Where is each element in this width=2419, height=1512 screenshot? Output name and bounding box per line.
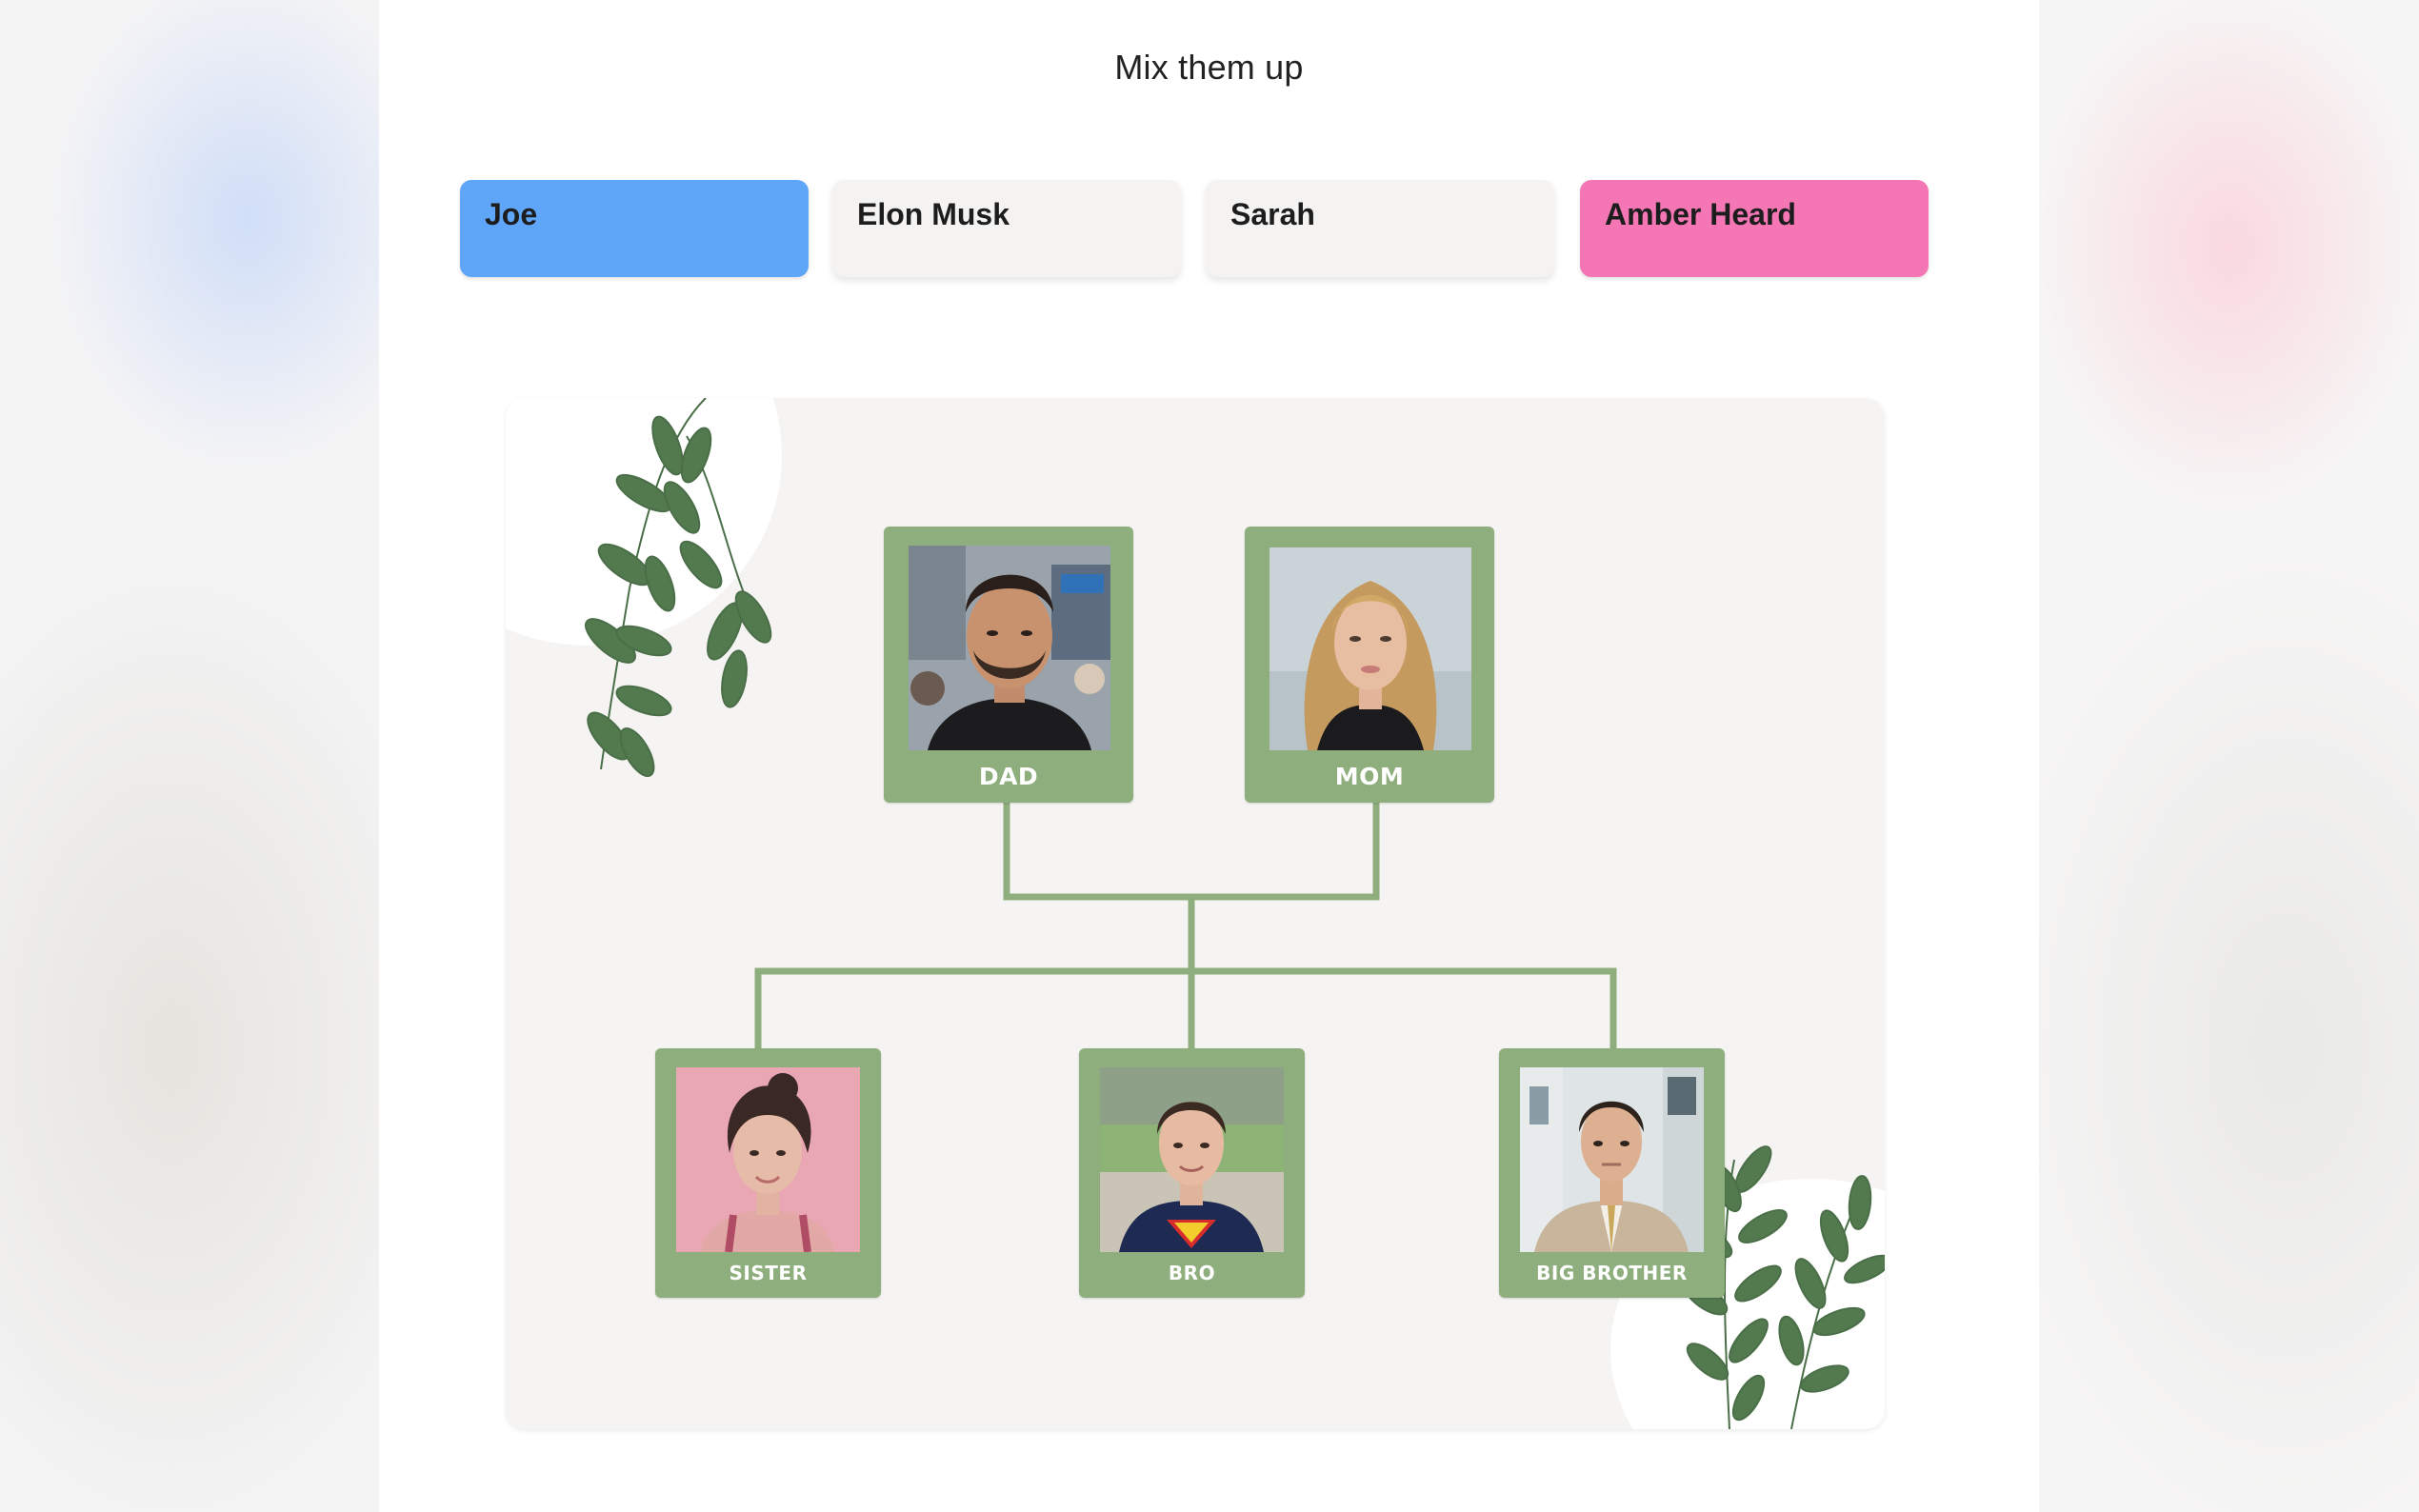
card-bro[interactable]: BRO [1079,1048,1305,1298]
photo-big-brother [1520,1067,1704,1252]
name-chip-sarah[interactable]: Sarah [1206,180,1554,277]
label-big-brother: BIG BROTHER [1536,1262,1688,1284]
photo-bro [1100,1067,1284,1252]
label-sister: SISTER [729,1262,808,1284]
name-chip-amber-heard[interactable]: Amber Heard [1580,180,1929,277]
leaves-top-left-icon [585,398,772,777]
card-sister[interactable]: SISTER [655,1048,881,1298]
label-bro: BRO [1168,1262,1216,1284]
card-dad[interactable]: DAD [884,527,1133,803]
photo-mom [1269,547,1471,750]
page-title: Mix them up [1114,48,1304,87]
name-chip-elon-musk[interactable]: Elon Musk [832,180,1181,277]
name-chip-joe[interactable]: Joe [460,180,809,277]
photo-dad [909,546,1110,750]
photo-sister [676,1067,860,1252]
card-mom[interactable]: MOM [1245,527,1494,803]
label-mom: MOM [1334,763,1405,790]
background-right [2039,0,2419,1512]
label-dad: DAD [978,763,1039,790]
card-big-brother[interactable]: BIG BROTHER [1499,1048,1725,1298]
background-left [0,0,379,1512]
family-tree-board: DAD MOM SISTER BRO BIG BROTHER [506,398,1885,1429]
